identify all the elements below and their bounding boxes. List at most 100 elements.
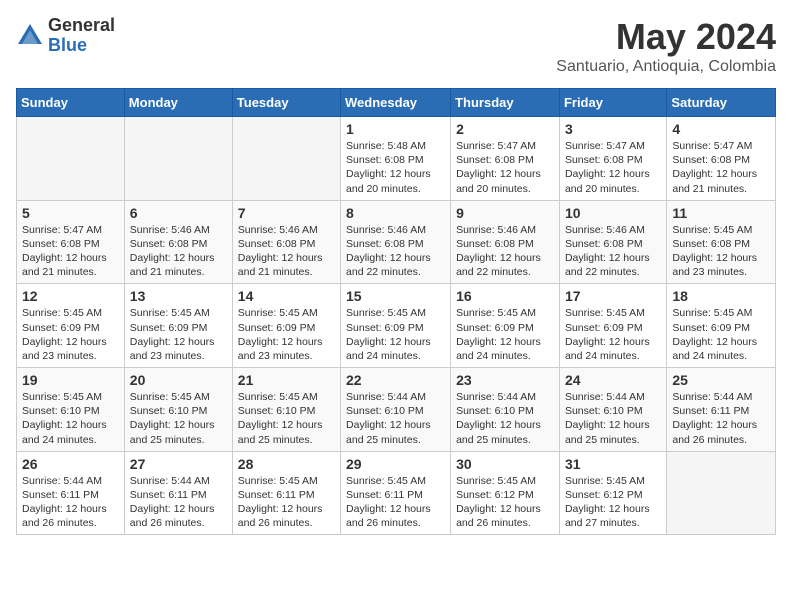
calendar-cell: 16Sunrise: 5:45 AM Sunset: 6:09 PM Dayli…: [451, 284, 560, 368]
calendar-cell: 30 Sunrise: 5:45 AM Sunset: 6:12 PM Dayli…: [451, 451, 560, 535]
week-row-4: 19 Sunrise: 5:45 AM Sunset: 6:10 PM Dayli…: [17, 368, 776, 452]
day-number: 25: [672, 372, 770, 388]
calendar-cell: 28 Sunrise: 5:45 AM Sunset: 6:11 PM Dayli…: [232, 451, 340, 535]
calendar-cell: 31Sunrise: 5:45 AM Sunset: 6:12 PM Dayli…: [559, 451, 666, 535]
calendar-cell: 22Sunrise: 5:44 AM Sunset: 6:10 PM Dayli…: [341, 368, 451, 452]
day-number: 14: [238, 288, 335, 304]
logo-blue: Blue: [48, 36, 115, 56]
day-info: Sunrise: 5:44 AM Sunset: 6:11 PM Dayligh…: [672, 390, 770, 447]
calendar-cell: 15Sunrise: 5:45 AM Sunset: 6:09 PM Dayli…: [341, 284, 451, 368]
day-number: 10: [565, 205, 661, 221]
day-info: Sunrise: 5:45 AM Sunset: 6:09 PM Dayligh…: [565, 306, 661, 363]
day-number: 6: [130, 205, 227, 221]
weekday-header-tuesday: Tuesday: [232, 89, 340, 117]
logo-icon: [16, 22, 44, 50]
weekday-header-row: SundayMondayTuesdayWednesdayThursdayFrid…: [17, 89, 776, 117]
day-info: Sunrise: 5:48 AM Sunset: 6:08 PM Dayligh…: [346, 139, 445, 196]
calendar-cell: 9Sunrise: 5:46 AM Sunset: 6:08 PM Daylig…: [451, 200, 560, 284]
day-info: Sunrise: 5:47 AM Sunset: 6:08 PM Dayligh…: [22, 223, 119, 280]
day-info: Sunrise: 5:44 AM Sunset: 6:10 PM Dayligh…: [346, 390, 445, 447]
calendar-cell: 10 Sunrise: 5:46 AM Sunset: 6:08 PM Dayli…: [559, 200, 666, 284]
calendar-cell: [124, 117, 232, 201]
calendar-cell: 24 Sunrise: 5:44 AM Sunset: 6:10 PM Dayli…: [559, 368, 666, 452]
calendar-cell: 23 Sunrise: 5:44 AM Sunset: 6:10 PM Dayli…: [451, 368, 560, 452]
calendar-cell: [17, 117, 125, 201]
calendar-cell: 7 Sunrise: 5:46 AM Sunset: 6:08 PM Daylig…: [232, 200, 340, 284]
logo-general: General: [48, 16, 115, 36]
calendar-cell: 18 Sunrise: 5:45 AM Sunset: 6:09 PM Dayli…: [667, 284, 776, 368]
calendar-cell: 4Sunrise: 5:47 AM Sunset: 6:08 PM Daylig…: [667, 117, 776, 201]
calendar-cell: 25 Sunrise: 5:44 AM Sunset: 6:11 PM Dayli…: [667, 368, 776, 452]
day-info: Sunrise: 5:46 AM Sunset: 6:08 PM Dayligh…: [130, 223, 227, 280]
location-title: Santuario, Antioquia, Colombia: [556, 58, 776, 76]
calendar-cell: 11 Sunrise: 5:45 AM Sunset: 6:08 PM Dayli…: [667, 200, 776, 284]
day-info: Sunrise: 5:45 AM Sunset: 6:10 PM Dayligh…: [22, 390, 119, 447]
day-number: 11: [672, 205, 770, 221]
day-number: 20: [130, 372, 227, 388]
day-info: Sunrise: 5:46 AM Sunset: 6:08 PM Dayligh…: [346, 223, 445, 280]
calendar-cell: [232, 117, 340, 201]
day-info: Sunrise: 5:45 AM Sunset: 6:12 PM Dayligh…: [456, 474, 554, 531]
calendar-cell: 21Sunrise: 5:45 AM Sunset: 6:10 PM Dayli…: [232, 368, 340, 452]
weekday-header-monday: Monday: [124, 89, 232, 117]
day-number: 21: [238, 372, 335, 388]
day-number: 2: [456, 121, 554, 137]
day-number: 29: [346, 456, 445, 472]
week-row-3: 12 Sunrise: 5:45 AM Sunset: 6:09 PM Dayli…: [17, 284, 776, 368]
calendar-cell: 19 Sunrise: 5:45 AM Sunset: 6:10 PM Dayli…: [17, 368, 125, 452]
calendar-cell: 26 Sunrise: 5:44 AM Sunset: 6:11 PM Dayli…: [17, 451, 125, 535]
calendar-cell: 29 Sunrise: 5:45 AM Sunset: 6:11 PM Dayli…: [341, 451, 451, 535]
weekday-header-wednesday: Wednesday: [341, 89, 451, 117]
day-info: Sunrise: 5:45 AM Sunset: 6:09 PM Dayligh…: [130, 306, 227, 363]
day-number: 30: [456, 456, 554, 472]
logo: General Blue: [16, 16, 115, 56]
day-info: Sunrise: 5:45 AM Sunset: 6:11 PM Dayligh…: [238, 474, 335, 531]
calendar-cell: 12 Sunrise: 5:45 AM Sunset: 6:09 PM Dayli…: [17, 284, 125, 368]
calendar-table: SundayMondayTuesdayWednesdayThursdayFrid…: [16, 88, 776, 535]
day-number: 24: [565, 372, 661, 388]
day-number: 28: [238, 456, 335, 472]
day-info: Sunrise: 5:45 AM Sunset: 6:09 PM Dayligh…: [238, 306, 335, 363]
day-number: 26: [22, 456, 119, 472]
month-title: May 2024: [556, 16, 776, 58]
calendar-cell: 5Sunrise: 5:47 AM Sunset: 6:08 PM Daylig…: [17, 200, 125, 284]
weekday-header-saturday: Saturday: [667, 89, 776, 117]
day-info: Sunrise: 5:44 AM Sunset: 6:11 PM Dayligh…: [130, 474, 227, 531]
day-number: 1: [346, 121, 445, 137]
weekday-header-thursday: Thursday: [451, 89, 560, 117]
day-info: Sunrise: 5:45 AM Sunset: 6:11 PM Dayligh…: [346, 474, 445, 531]
day-info: Sunrise: 5:44 AM Sunset: 6:11 PM Dayligh…: [22, 474, 119, 531]
day-number: 15: [346, 288, 445, 304]
day-info: Sunrise: 5:45 AM Sunset: 6:12 PM Dayligh…: [565, 474, 661, 531]
day-number: 23: [456, 372, 554, 388]
calendar-cell: 1 Sunrise: 5:48 AM Sunset: 6:08 PM Daylig…: [341, 117, 451, 201]
weekday-header-sunday: Sunday: [17, 89, 125, 117]
day-number: 12: [22, 288, 119, 304]
day-number: 7: [238, 205, 335, 221]
title-area: May 2024 Santuario, Antioquia, Colombia: [556, 16, 776, 76]
day-info: Sunrise: 5:46 AM Sunset: 6:08 PM Dayligh…: [565, 223, 661, 280]
day-number: 4: [672, 121, 770, 137]
day-number: 3: [565, 121, 661, 137]
day-info: Sunrise: 5:46 AM Sunset: 6:08 PM Dayligh…: [238, 223, 335, 280]
day-number: 17: [565, 288, 661, 304]
calendar-cell: 2 Sunrise: 5:47 AM Sunset: 6:08 PM Daylig…: [451, 117, 560, 201]
calendar-cell: 14 Sunrise: 5:45 AM Sunset: 6:09 PM Dayli…: [232, 284, 340, 368]
day-info: Sunrise: 5:45 AM Sunset: 6:10 PM Dayligh…: [130, 390, 227, 447]
day-number: 13: [130, 288, 227, 304]
calendar-cell: 27Sunrise: 5:44 AM Sunset: 6:11 PM Dayli…: [124, 451, 232, 535]
day-info: Sunrise: 5:45 AM Sunset: 6:09 PM Dayligh…: [672, 306, 770, 363]
week-row-2: 5Sunrise: 5:47 AM Sunset: 6:08 PM Daylig…: [17, 200, 776, 284]
week-row-5: 26 Sunrise: 5:44 AM Sunset: 6:11 PM Dayli…: [17, 451, 776, 535]
day-number: 19: [22, 372, 119, 388]
day-info: Sunrise: 5:44 AM Sunset: 6:10 PM Dayligh…: [565, 390, 661, 447]
day-number: 18: [672, 288, 770, 304]
day-info: Sunrise: 5:45 AM Sunset: 6:09 PM Dayligh…: [22, 306, 119, 363]
calendar-cell: 17 Sunrise: 5:45 AM Sunset: 6:09 PM Dayli…: [559, 284, 666, 368]
calendar-cell: 20 Sunrise: 5:45 AM Sunset: 6:10 PM Dayli…: [124, 368, 232, 452]
day-number: 8: [346, 205, 445, 221]
day-info: Sunrise: 5:46 AM Sunset: 6:08 PM Dayligh…: [456, 223, 554, 280]
day-info: Sunrise: 5:45 AM Sunset: 6:08 PM Dayligh…: [672, 223, 770, 280]
day-info: Sunrise: 5:44 AM Sunset: 6:10 PM Dayligh…: [456, 390, 554, 447]
day-info: Sunrise: 5:47 AM Sunset: 6:08 PM Dayligh…: [456, 139, 554, 196]
